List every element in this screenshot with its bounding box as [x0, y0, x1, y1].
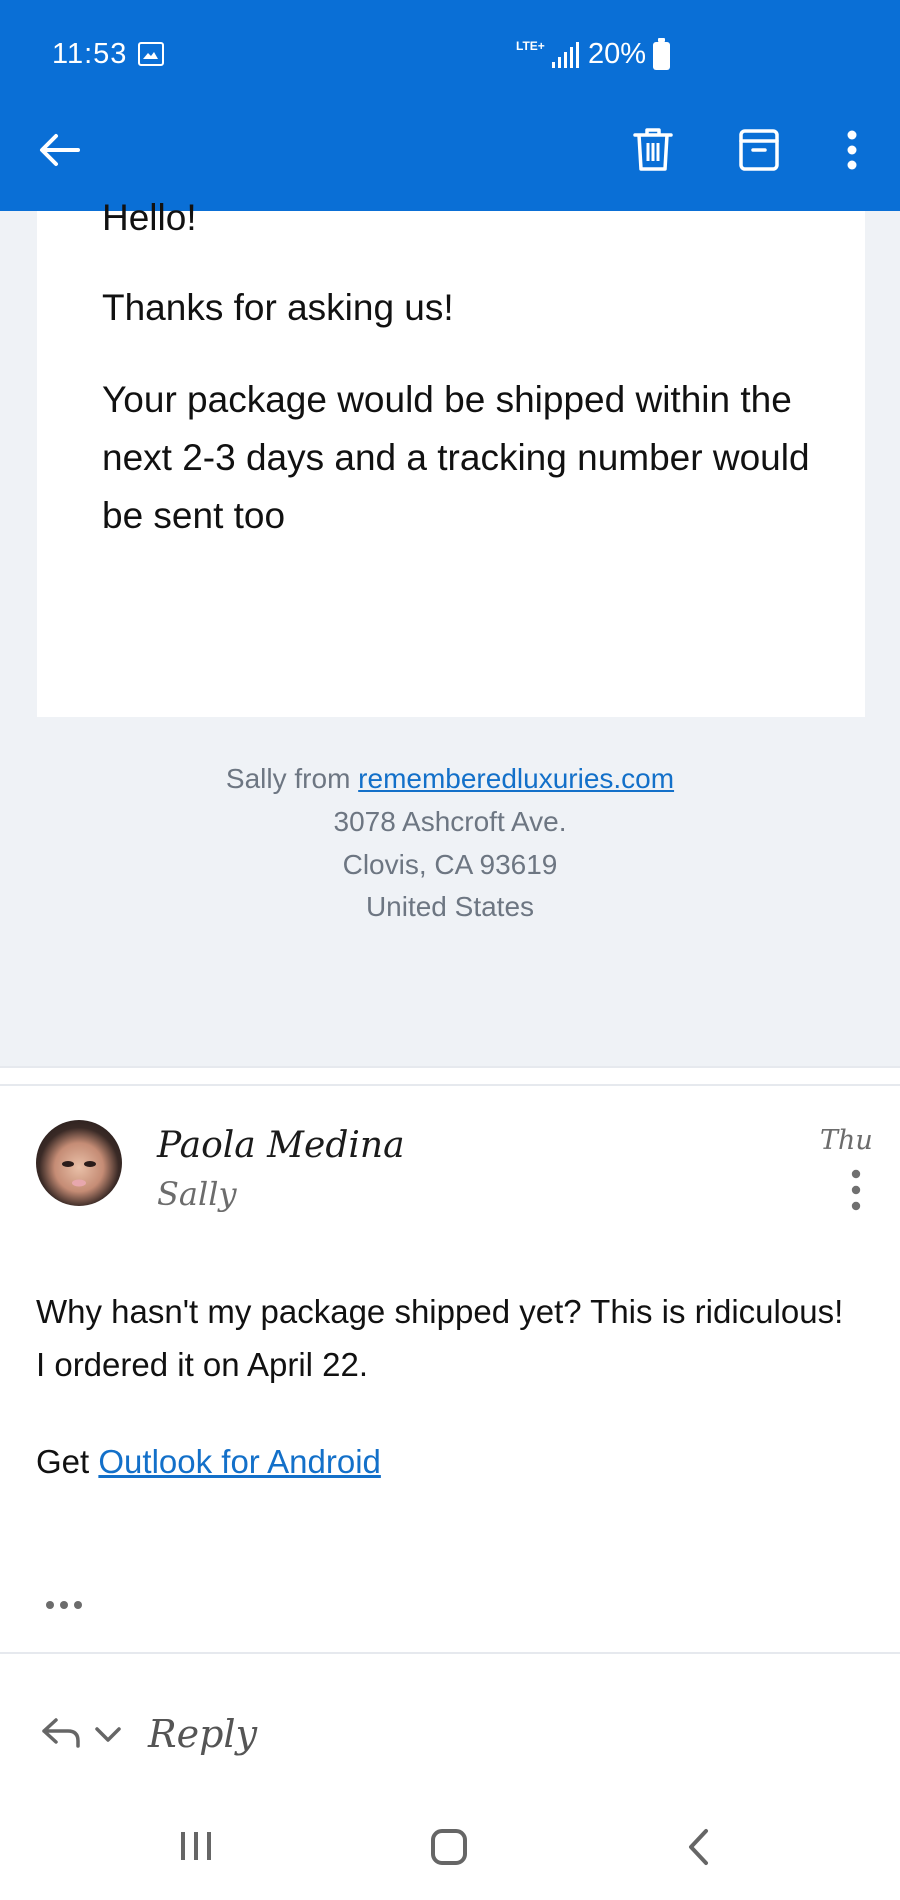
network-type: LTE+: [516, 39, 545, 53]
back-arrow-icon[interactable]: [30, 120, 90, 180]
reply-arrow-icon[interactable]: [40, 1716, 82, 1755]
signature-prefix: Get: [36, 1443, 90, 1480]
message-signature: Get Outlook for Android: [36, 1443, 381, 1481]
greeting-text: Hello!: [102, 197, 197, 238]
home-icon[interactable]: [430, 1828, 468, 1871]
reply-bar[interactable]: [0, 1672, 900, 1800]
divider: [0, 1084, 900, 1086]
back-icon[interactable]: [686, 1828, 710, 1871]
message-body: Why hasn't my package shipped yet? This …: [36, 1293, 844, 1383]
outlook-android-link[interactable]: Outlook for Android: [98, 1443, 381, 1480]
app-bar: 11:53 LTE+ 20%: [0, 0, 900, 211]
email-card: Hello! Thanks for asking us! Your packag…: [37, 197, 865, 717]
message-more-icon[interactable]: [844, 1168, 868, 1214]
chevron-down-icon[interactable]: [94, 1726, 122, 1749]
show-more-icon[interactable]: [44, 1598, 84, 1616]
thanks-text: Thanks for asking us!: [102, 287, 454, 328]
reply-button[interactable]: Reply: [148, 1712, 257, 1756]
shipping-text: Your package would be shipped within the…: [102, 379, 810, 536]
more-vertical-icon[interactable]: [822, 120, 882, 180]
footer-address-line1: 3078 Ashcroft Ave.: [333, 806, 567, 837]
trash-icon[interactable]: [623, 120, 683, 180]
gallery-icon: [138, 42, 164, 66]
status-bar: 11:53 LTE+ 20%: [0, 0, 900, 110]
footer-country: United States: [365, 891, 535, 922]
battery-percent: 20%: [588, 38, 647, 70]
status-time: 11:53: [52, 38, 128, 70]
footer-website-link[interactable]: rememberedluxuries.com: [358, 763, 674, 794]
footer-address-line2: Clovis, CA 93619: [342, 849, 558, 880]
footer-sender-line: Sally from rememberedluxuries.com: [0, 763, 900, 795]
recents-icon[interactable]: [178, 1830, 214, 1867]
divider: [0, 1652, 900, 1654]
footer-from-prefix: Sally from: [225, 763, 351, 794]
message-date: Thu: [820, 1125, 873, 1156]
avatar[interactable]: [36, 1120, 122, 1206]
system-nav-bar: [0, 1800, 900, 1900]
recipient-name: Sally: [157, 1175, 237, 1213]
divider: [0, 1066, 900, 1068]
signal-icon: [552, 42, 580, 73]
battery-icon: [653, 38, 670, 70]
archive-icon[interactable]: [729, 120, 789, 180]
sender-name: Paola Medina: [157, 1125, 405, 1166]
